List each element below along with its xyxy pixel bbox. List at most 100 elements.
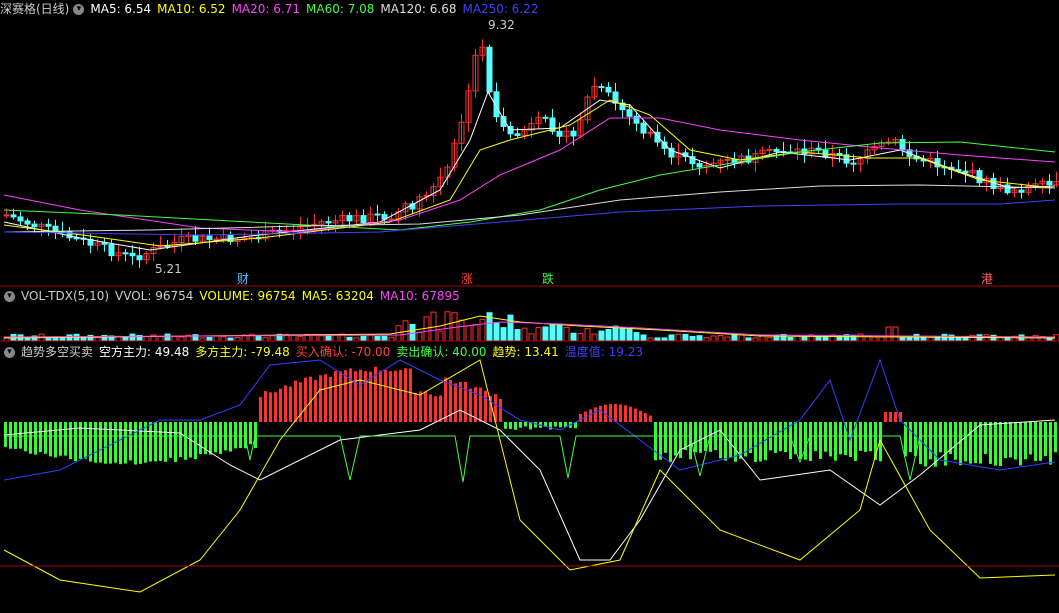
indicator-green-bar: [124, 422, 127, 464]
candle-body: [1018, 189, 1025, 193]
volume-bar: [332, 334, 339, 342]
indicator-green-bar: [994, 422, 997, 466]
ind-value-4: 趋势: 13.41: [492, 345, 559, 359]
vol-value-3: MA10: 67895: [379, 289, 460, 303]
volume-bar: [724, 336, 731, 342]
candle-body: [605, 86, 612, 93]
indicator-red-bar: [479, 387, 482, 422]
indicator-red-bar: [319, 375, 322, 422]
indicator-red-bar: [394, 370, 397, 422]
indicator-red-bar: [259, 396, 262, 422]
indicator-green-bar: [939, 422, 942, 453]
indicator-red-bar: [279, 388, 282, 422]
ind-indicator-name[interactable]: 趋势多空买卖: [21, 345, 93, 359]
low-price-label: 5.21: [155, 262, 182, 276]
indicator-red-bar: [894, 412, 897, 422]
volume-bar: [157, 336, 164, 342]
vol-indicator-name[interactable]: VOL-TDX(5,10): [21, 289, 109, 303]
kline-chart[interactable]: [0, 0, 1059, 613]
candle-body: [836, 152, 843, 156]
indicator-green-bar: [814, 422, 817, 452]
indicator-green-bar: [964, 422, 967, 462]
event-marker-1[interactable]: 涨: [461, 270, 473, 287]
volume-bar: [584, 328, 591, 342]
indicator-green-bar: [739, 422, 742, 459]
indicator-lines: [3, 358, 1056, 593]
volume-bar: [493, 322, 500, 342]
wendu-line: [3, 358, 1056, 481]
indicator-green-bar: [864, 422, 867, 452]
volume-bar: [570, 332, 577, 342]
indicator-red-bar: [389, 371, 392, 422]
indicator-green-bar: [514, 422, 517, 430]
volume-bar: [563, 326, 570, 342]
volume-bar: [500, 327, 507, 342]
indicator-red-bar: [424, 391, 427, 422]
volume-bar: [171, 335, 178, 342]
volume-bar: [549, 324, 556, 342]
volume-bar: [801, 336, 808, 342]
candle-body: [1046, 180, 1053, 186]
candle-body: [633, 115, 640, 124]
volume-bar: [766, 337, 773, 342]
indicator-red-bar: [419, 391, 422, 422]
indicator-green-bar: [979, 422, 982, 464]
volume-bar: [871, 336, 878, 342]
volume-bar: [360, 335, 367, 342]
indicator-red-bar: [609, 404, 612, 422]
volume-bar: [465, 325, 472, 342]
indicator-green-bar: [239, 422, 242, 449]
ind-value-3: 卖出确认: 40.00: [396, 345, 487, 359]
indicator-green-bar: [214, 422, 217, 453]
volume-bar: [710, 335, 717, 342]
moving-average-lines: [3, 90, 1056, 251]
indicator-red-bar: [469, 388, 472, 422]
indicator-red-bar: [594, 407, 597, 422]
indicator-green-bar: [999, 422, 1002, 467]
indicator-green-bar: [519, 422, 522, 428]
indicator-green-bar: [1009, 422, 1012, 458]
candle-body: [570, 130, 577, 137]
indicator-green-bar: [39, 422, 42, 453]
indicator-green-bar: [209, 422, 212, 455]
volume-bar: [556, 323, 563, 342]
indicator-green-bar: [69, 422, 72, 460]
chevron-down-icon[interactable]: ▾: [4, 347, 15, 358]
indicator-green-bar: [119, 422, 122, 465]
indicator-green-bar: [54, 422, 57, 458]
ma-value-4: MA120: 6.68: [380, 2, 457, 16]
indicator-red-bar: [314, 380, 317, 422]
candle-body: [122, 252, 129, 255]
candle-body: [45, 223, 52, 227]
volume-bar: [94, 337, 101, 342]
event-marker-2[interactable]: 跌: [542, 270, 554, 287]
indicator-red-bar: [309, 376, 312, 422]
candle-body: [31, 223, 38, 228]
volume-bars: [3, 311, 1059, 342]
indicator-red-bar: [274, 392, 277, 422]
candle-body: [3, 214, 10, 217]
candle-body: [486, 46, 493, 93]
indicator-red-bar: [884, 412, 887, 422]
indicator-green-bar: [174, 422, 177, 462]
volume-bar: [605, 328, 612, 342]
volume-bar: [703, 337, 710, 342]
volume-bar: [675, 333, 682, 342]
indicator-green-bar: [104, 422, 107, 464]
indicator-green-bar: [29, 422, 32, 454]
event-marker-3[interactable]: 港: [981, 270, 993, 287]
indicator-red-bar: [404, 368, 407, 422]
indicator-red-bar: [284, 385, 287, 422]
chevron-down-icon[interactable]: ▾: [4, 291, 15, 302]
event-marker-0[interactable]: 财: [237, 270, 249, 287]
indicator-green-bar: [944, 422, 947, 466]
high-price-label: 9.32: [488, 18, 515, 32]
chevron-down-icon[interactable]: ▾: [73, 4, 85, 15]
indicator-red-bar: [329, 376, 332, 422]
indicator-green-bar: [24, 422, 27, 452]
candle-body: [388, 218, 395, 221]
candle-body: [976, 170, 983, 184]
volume-bar: [668, 334, 675, 342]
candle-body: [556, 130, 563, 137]
indicator-green-bar: [59, 422, 62, 456]
